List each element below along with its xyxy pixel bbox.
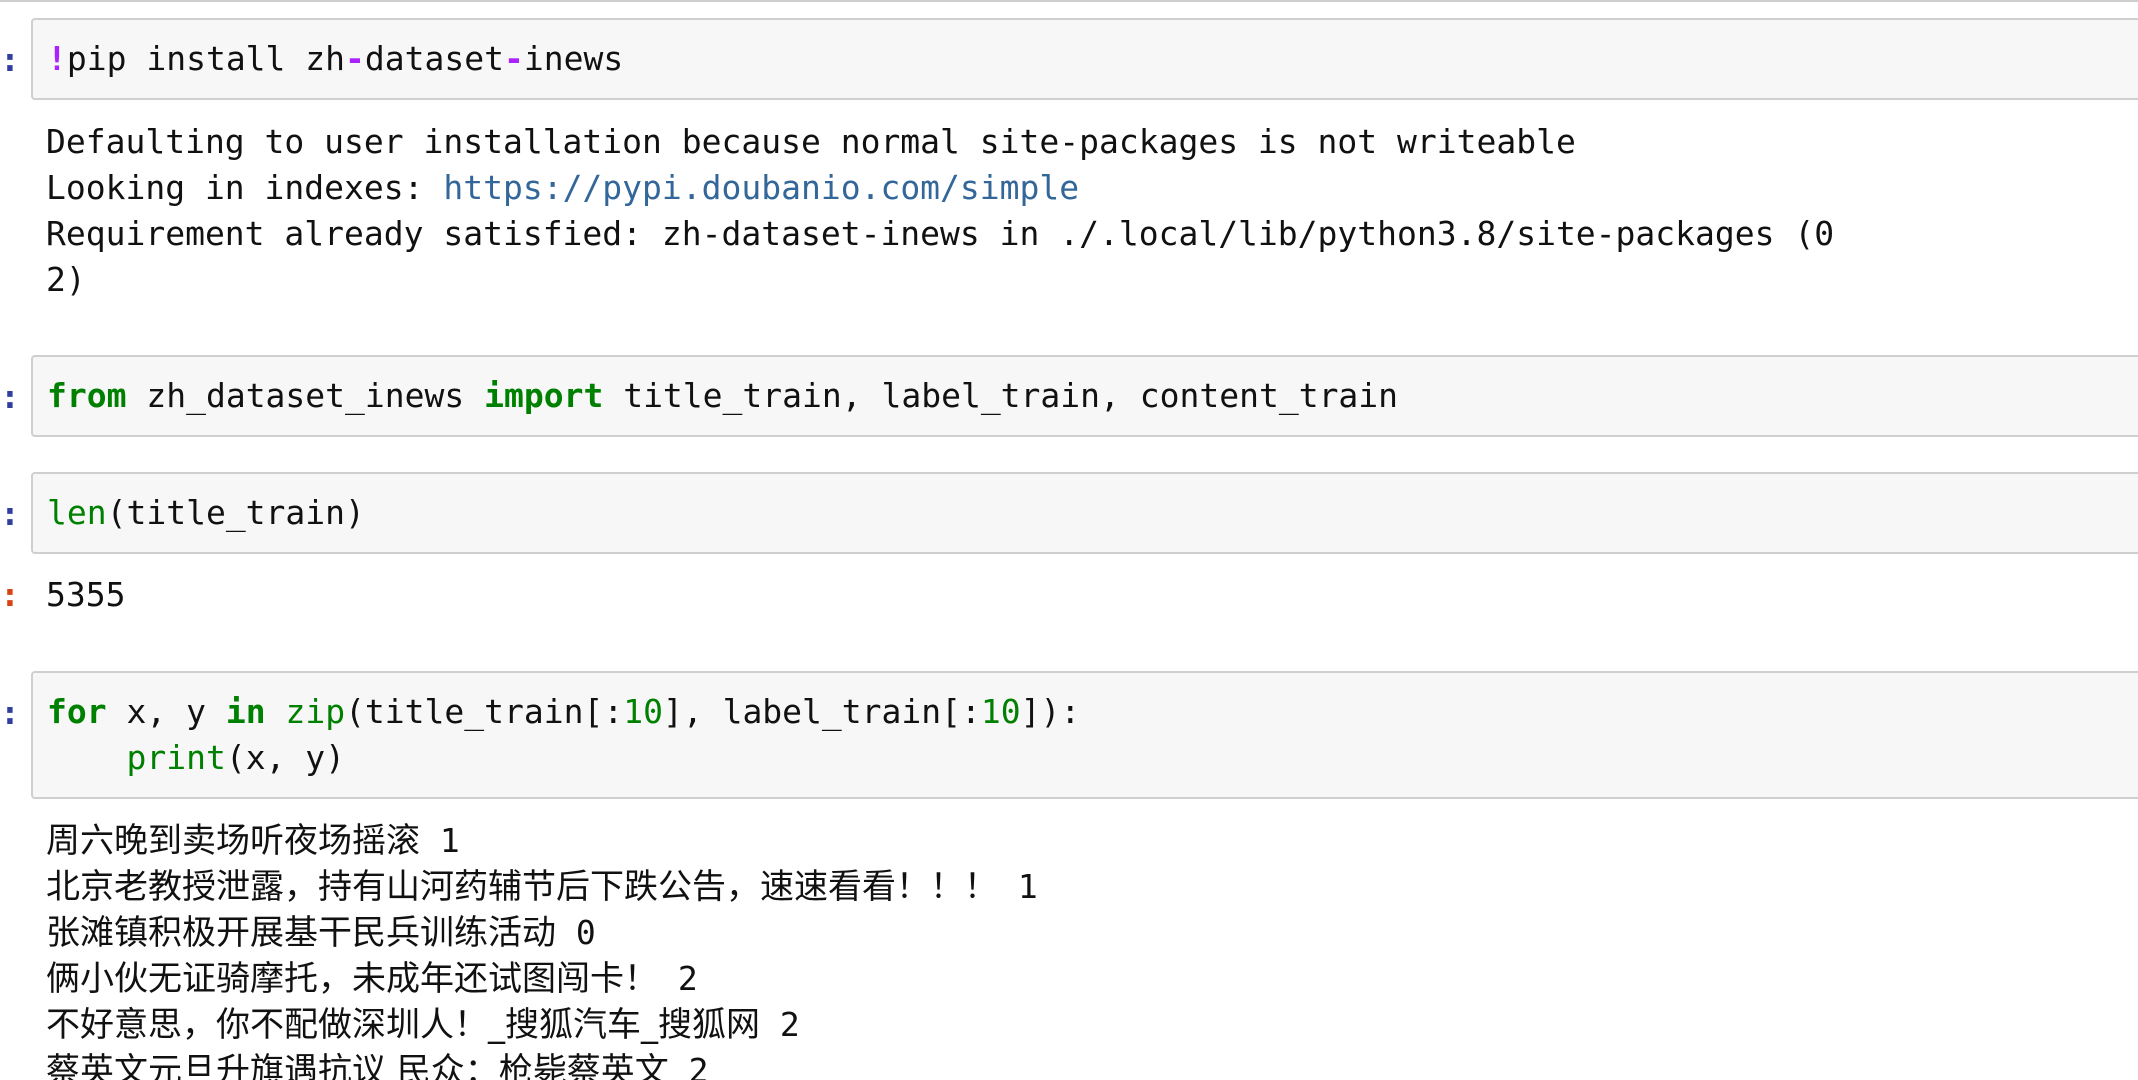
output-line: Defaulting to user installation because … (46, 122, 1576, 161)
code-cell-len[interactable]: len(title_train) (31, 472, 2138, 554)
input-prompt: : (0, 693, 20, 732)
code-line: from zh_dataset_inews import title_train… (47, 376, 1399, 415)
code-line: len(title_train) (47, 493, 365, 532)
output-row: 北京老教授泄露，持有山河药辅节后下跌公告，速速看看！！！ 1 (46, 867, 1038, 907)
code-cell-import[interactable]: from zh_dataset_inews import title_train… (31, 355, 2138, 437)
output-line: 2) (46, 260, 86, 299)
code-cell-pip-install[interactable]: !pip install zh-dataset-inews (31, 18, 2138, 100)
output-line: Requirement already satisfied: zh-datase… (46, 214, 1835, 253)
code-line: !pip install zh-dataset-inews (47, 39, 624, 78)
shell-bang: ! (47, 39, 67, 78)
output-line: Looking in indexes: https://pypi.doubani… (46, 168, 1080, 207)
input-prompt: : (0, 377, 20, 416)
code-cell-for-loop[interactable]: for x, y in zip(title_train[:10], label_… (31, 671, 2138, 799)
output-row: 蔡英文元旦升旗遇抗议 民众：枪毙蔡英文 2 (46, 1051, 709, 1080)
code-line: print(x, y) (126, 738, 346, 777)
input-prompt: : (0, 494, 20, 533)
top-divider (0, 0, 2138, 2)
output-value: 5355 (46, 575, 126, 614)
output-prompt: : (0, 575, 20, 614)
index-url-link[interactable]: https://pypi.doubanio.com/simple (443, 168, 1079, 207)
output-row: 张滩镇积极开展基干民兵训练活动 0 (46, 913, 596, 953)
output-row: 不好意思，你不配做深圳人！_搜狐汽车_搜狐网 2 (46, 1005, 800, 1045)
input-prompt: : (0, 40, 20, 79)
output-row: 周六晚到卖场听夜场摇滚 1 (46, 821, 460, 861)
code-line: for x, y in zip(title_train[:10], label_… (47, 692, 1081, 731)
output-row: 俩小伙无证骑摩托，未成年还试图闯卡！ 2 (46, 959, 698, 999)
